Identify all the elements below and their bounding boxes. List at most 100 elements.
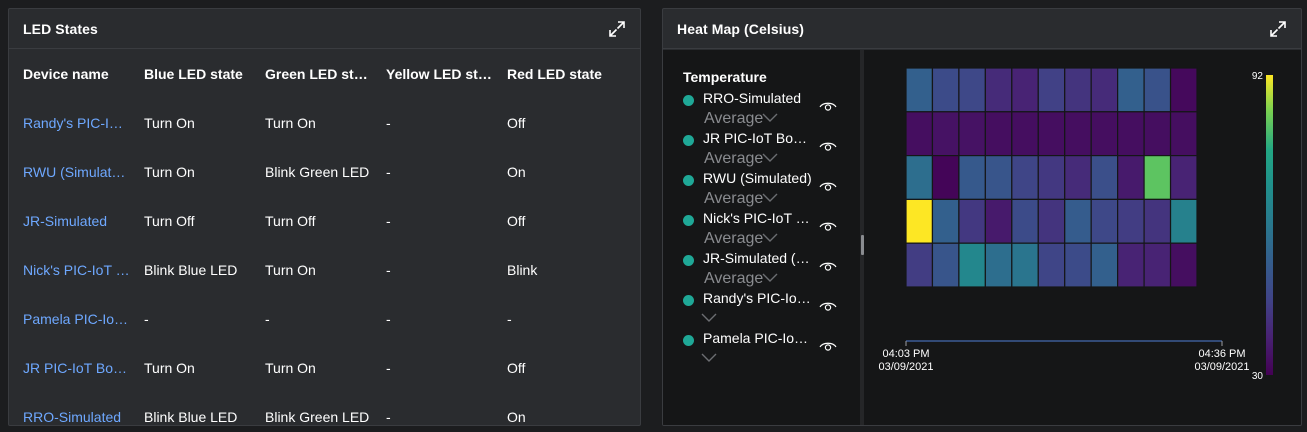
heat-cell[interactable] — [1143, 242, 1172, 288]
heat-cell[interactable] — [1143, 154, 1172, 200]
heat-cell[interactable] — [1090, 111, 1119, 157]
legend-stat-select[interactable]: Average — [704, 230, 763, 248]
heat-cell[interactable] — [1117, 154, 1145, 200]
heat-cell[interactable] — [958, 111, 986, 157]
chevron-down-icon[interactable] — [761, 150, 779, 164]
heat-cell[interactable] — [984, 198, 1013, 244]
heat-cell[interactable] — [1011, 67, 1039, 113]
eye-icon[interactable] — [819, 180, 837, 192]
expand-icon[interactable] — [1269, 20, 1287, 38]
heat-cell[interactable] — [958, 242, 986, 288]
heat-cell[interactable] — [931, 111, 960, 157]
heat-cell[interactable] — [1011, 242, 1039, 288]
legend-stat-select[interactable]: Average — [704, 110, 763, 128]
heat-cell[interactable] — [931, 198, 960, 244]
led-panel-header: LED States — [9, 9, 640, 49]
heat-cell[interactable] — [1169, 198, 1198, 244]
eye-icon[interactable] — [819, 260, 837, 272]
heat-cell[interactable] — [984, 111, 1013, 157]
column-header-green-led[interactable]: Green LED state — [251, 66, 372, 82]
heat-cell[interactable] — [905, 242, 934, 288]
eye-icon[interactable] — [819, 140, 837, 152]
heat-cell[interactable] — [1090, 198, 1119, 244]
heat-cell[interactable] — [1143, 198, 1172, 244]
legend-item[interactable]: RWU (Simulated) Average — [683, 170, 843, 210]
eye-icon[interactable] — [819, 100, 837, 112]
heat-cell[interactable] — [1090, 154, 1119, 200]
column-header-blue-led[interactable]: Blue LED state — [130, 66, 251, 82]
legend-item[interactable]: Randy's PIC-IoT Board — [683, 290, 843, 330]
heat-cell[interactable] — [1117, 198, 1145, 244]
heat-cell[interactable] — [931, 154, 960, 200]
heat-cell[interactable] — [1011, 198, 1039, 244]
chevron-down-icon[interactable] — [761, 230, 779, 244]
blue-led-cell: Blink Blue LED — [144, 408, 238, 425]
heat-cell[interactable] — [905, 154, 934, 200]
column-header-red-led[interactable]: Red LED state — [493, 66, 614, 82]
heat-cell[interactable] — [958, 198, 986, 244]
heat-cell[interactable] — [1064, 198, 1092, 244]
heat-cell[interactable] — [1037, 67, 1066, 113]
heat-cell[interactable] — [931, 242, 960, 288]
chevron-down-icon[interactable] — [700, 310, 718, 324]
device-link[interactable]: RRO-Simulated — [9, 409, 130, 425]
heat-cell[interactable] — [931, 67, 960, 113]
heat-cell[interactable] — [905, 67, 934, 113]
legend-item[interactable]: JR PIC-IoT Board Average — [683, 130, 843, 170]
eye-icon[interactable] — [819, 220, 837, 232]
chevron-down-icon[interactable] — [761, 190, 779, 204]
heat-cell[interactable] — [984, 67, 1013, 113]
column-header-device-name[interactable]: Device name — [9, 66, 130, 82]
device-link[interactable]: RWU (Simulated) — [9, 164, 130, 180]
heat-cell[interactable] — [1064, 67, 1092, 113]
device-link[interactable]: Nick's PIC-IoT Board — [9, 262, 130, 278]
heat-cell[interactable] — [1064, 111, 1092, 157]
heat-cell[interactable] — [1169, 111, 1198, 157]
chevron-down-icon[interactable] — [700, 350, 718, 364]
heat-cell[interactable] — [1037, 198, 1066, 244]
heat-cell[interactable] — [958, 154, 986, 200]
device-link[interactable]: Randy's PIC-IoT Board — [9, 115, 130, 131]
x-axis-start-date: 03/09/2021 — [878, 361, 933, 373]
green-led-cell: Blink Green LED — [265, 408, 370, 425]
heat-cell[interactable] — [1011, 154, 1039, 200]
heat-cell[interactable] — [905, 198, 934, 244]
heat-cell[interactable] — [1143, 67, 1172, 113]
eye-icon[interactable] — [819, 340, 837, 352]
heat-cell[interactable] — [1037, 111, 1066, 157]
legend-item[interactable]: RRO-Simulated Average — [683, 90, 843, 130]
heat-cell[interactable] — [1090, 242, 1119, 288]
device-link[interactable]: Pamela PIC-IoT Board — [9, 311, 130, 327]
heat-cell[interactable] — [958, 67, 986, 113]
legend-item[interactable]: Pamela PIC-IoT Board — [683, 330, 843, 370]
heat-cell[interactable] — [1117, 242, 1145, 288]
green-led-cell: Turn On — [265, 261, 316, 278]
heat-cell[interactable] — [1169, 67, 1198, 113]
heat-cell[interactable] — [1064, 154, 1092, 200]
eye-icon[interactable] — [819, 300, 837, 312]
device-link[interactable]: JR PIC-IoT Board — [9, 360, 130, 376]
heat-cell[interactable] — [1064, 242, 1092, 288]
heat-cell[interactable] — [1169, 242, 1198, 288]
heat-cell[interactable] — [984, 154, 1013, 200]
heat-cell[interactable] — [1011, 111, 1039, 157]
heat-cell[interactable] — [1117, 111, 1145, 157]
chevron-down-icon[interactable] — [761, 110, 779, 124]
heat-cell[interactable] — [1037, 154, 1066, 200]
heat-cell[interactable] — [905, 111, 934, 157]
legend-stat-select[interactable]: Average — [704, 150, 763, 168]
column-header-yellow-led[interactable]: Yellow LED state — [372, 66, 493, 82]
legend-item[interactable]: JR-Simulated (Simulated) Average — [683, 250, 843, 290]
chevron-down-icon[interactable] — [761, 270, 779, 284]
heat-cell[interactable] — [1090, 67, 1119, 113]
legend-stat-select[interactable]: Average — [704, 270, 763, 288]
heat-cell[interactable] — [984, 242, 1013, 288]
heat-cell[interactable] — [1117, 67, 1145, 113]
expand-icon[interactable] — [608, 20, 626, 38]
heat-cell[interactable] — [1143, 111, 1172, 157]
device-link[interactable]: JR-Simulated — [9, 213, 130, 229]
legend-item[interactable]: Nick's PIC-IoT Board Average — [683, 210, 843, 250]
heat-cell[interactable] — [1169, 154, 1198, 200]
heat-cell[interactable] — [1037, 242, 1066, 288]
legend-stat-select[interactable]: Average — [704, 190, 763, 208]
